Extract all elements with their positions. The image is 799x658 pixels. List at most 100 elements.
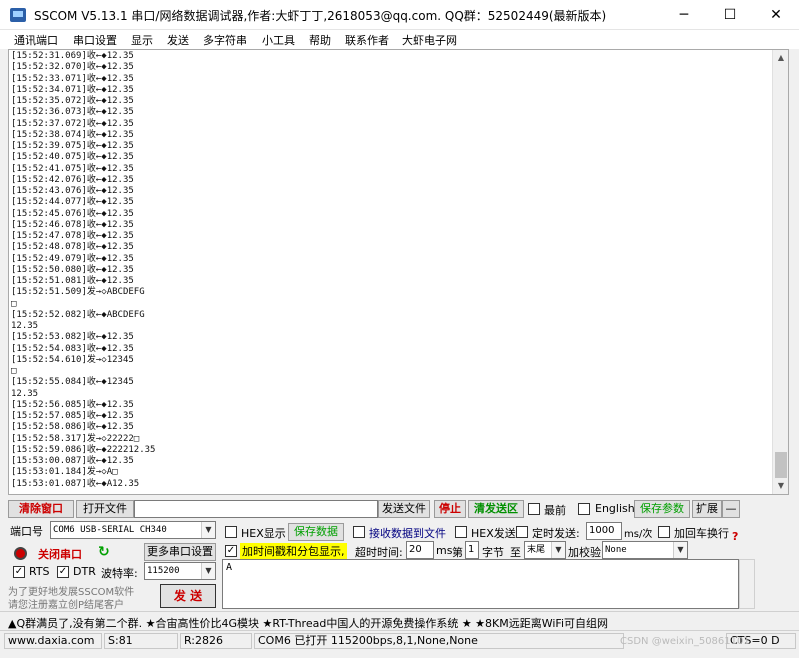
save-data-button[interactable]: 保存数据 <box>288 523 344 541</box>
port-value: COM6 USB-SERIAL CH340 <box>53 525 167 535</box>
latest-checkbox[interactable] <box>528 503 540 515</box>
title-bar: SSCOM V5.13.1 串口/网络数据调试器,作者:大虾丁丁,2618053… <box>0 0 799 30</box>
baud-label: 波特率: <box>101 567 138 580</box>
log-line: [15:52:58.317]发→◇22222□ <box>11 433 140 444</box>
nth-label: 第 <box>452 546 463 559</box>
english-checkbox[interactable] <box>578 503 590 515</box>
scroll-up-icon[interactable]: ▲ <box>773 50 788 66</box>
checksum-select[interactable]: None ▼ <box>602 541 688 559</box>
interval-input[interactable]: 1000 <box>586 522 622 540</box>
log-lines: [15:52:31.069]收←◆12.35 [15:52:32.070]收←◆1… <box>11 51 155 490</box>
timestamp-label: 加时间戳和分包显示, <box>240 543 347 559</box>
log-line: [15:52:48.078]收←◆12.35 <box>11 242 134 253</box>
clear-send-button[interactable]: 清发送区 <box>468 500 524 518</box>
log-line: [15:52:35.072]收←◆12.35 <box>11 96 134 106</box>
log-line: [15:52:37.072]收←◆12.35 <box>11 118 134 129</box>
port-status-icon <box>14 547 27 560</box>
file-path-input[interactable] <box>134 500 378 518</box>
log-line: 12.35 <box>11 321 39 331</box>
status-sent-count: S:81 <box>104 633 178 649</box>
recv-to-file-label[interactable]: 接收数据到文件 <box>369 525 446 541</box>
scroll-down-icon[interactable]: ▼ <box>773 478 788 494</box>
send-scrollbar[interactable] <box>739 559 755 609</box>
promo-line-2[interactable]: 请您注册嘉立创P结尾客户 <box>8 596 124 611</box>
open-file-button[interactable]: 打开文件 <box>76 500 134 518</box>
log-line: □ <box>11 366 17 376</box>
hex-display-checkbox[interactable] <box>225 526 237 538</box>
menu-display[interactable]: 显示 <box>131 32 153 48</box>
send-button[interactable]: 发 送 <box>160 584 216 608</box>
close-button[interactable]: ✕ <box>753 0 799 30</box>
menu-daxia-site[interactable]: 大虾电子网 <box>402 32 457 48</box>
dtr-checkbox[interactable]: ✓ <box>57 566 69 578</box>
status-site[interactable]: www.daxia.com <box>4 633 102 649</box>
scroll-thumb[interactable] <box>775 452 787 478</box>
save-params-button[interactable]: 保存参数 <box>634 500 690 518</box>
menu-help[interactable]: 帮助 <box>309 32 331 48</box>
menu-tools[interactable]: 小工具 <box>262 32 295 48</box>
log-line: [15:52:45.076]收←◆12.35 <box>11 208 134 219</box>
latest-label: 最前 <box>544 504 566 517</box>
rts-checkbox[interactable]: ✓ <box>13 566 25 578</box>
english-label: English <box>595 502 635 515</box>
hex-send-checkbox[interactable] <box>455 526 467 538</box>
watermark: CSDN @weixin_50861101 <box>620 636 750 647</box>
log-line: [15:52:32.070]收←◆12.35 <box>11 62 134 73</box>
log-line: [15:52:50.080]收←◆12.35 <box>11 264 134 275</box>
send-file-button[interactable]: 发送文件 <box>378 500 430 518</box>
timed-send-checkbox[interactable] <box>516 526 528 538</box>
more-serial-settings-button[interactable]: 更多串口设置 <box>144 543 216 561</box>
log-line: [15:52:42.076]收←◆12.35 <box>11 174 134 185</box>
log-line: [15:52:51.509]发→◇ABCDEFG <box>11 287 145 298</box>
log-line: □ <box>11 298 17 309</box>
collapse-button[interactable]: — <box>722 500 740 518</box>
minimize-button[interactable]: ─ <box>661 0 707 30</box>
menu-contact-author[interactable]: 联系作者 <box>345 32 389 48</box>
add-crlf-checkbox[interactable] <box>658 526 670 538</box>
log-line: [15:52:58.086]收←◆12.35 <box>11 422 134 433</box>
recv-to-file-checkbox[interactable] <box>353 526 365 538</box>
log-line: [15:52:33.071]收←◆12.35 <box>11 73 134 84</box>
log-line: [15:52:41.075]收←◆12.35 <box>11 163 134 174</box>
log-scrollbar[interactable]: ▲ ▼ <box>772 50 788 494</box>
rts-label: RTS <box>29 565 50 578</box>
menu-bar: 通讯端口 串口设置 显示 发送 多字符串 小工具 帮助 联系作者 大虾电子网 <box>0 30 799 49</box>
menu-send[interactable]: 发送 <box>167 32 189 48</box>
stop-button[interactable]: 停止 <box>434 500 466 518</box>
port-select[interactable]: COM6 USB-SERIAL CH340 ▼ <box>50 521 216 539</box>
log-line: [15:52:39.075]收←◆12.35 <box>11 141 134 151</box>
log-line: [15:52:56.085]收←◆12.35 <box>11 399 134 410</box>
receive-log[interactable]: [15:52:31.069]收←◆12.35 [15:52:32.070]收←◆1… <box>8 49 789 495</box>
log-line: [15:52:47.078]收←◆12.35 <box>11 231 134 241</box>
close-port-button[interactable]: 关闭串口 <box>38 546 82 562</box>
menu-serial-settings[interactable]: 串口设置 <box>73 32 117 48</box>
hex-display-label: HEX显示 <box>241 527 286 540</box>
help-icon[interactable]: ? <box>732 530 738 543</box>
nth-input[interactable]: 1 <box>465 541 479 559</box>
log-line: [15:52:54.083]收←◆12.35 <box>11 343 134 354</box>
menu-comm-port[interactable]: 通讯端口 <box>14 32 58 48</box>
port-label: 端口号 <box>10 525 43 538</box>
expand-button[interactable]: 扩展 <box>692 500 722 518</box>
log-line: [15:52:46.078]收←◆12.35 <box>11 219 134 230</box>
ticker-text[interactable]: ▲Q群满员了,没有第二个群. ★合宙高性价比4G模块 ★RT-Thread中国人… <box>8 615 608 631</box>
refresh-icon[interactable]: ↻ <box>98 544 110 560</box>
log-line: [15:52:52.082]收←◆ABCDEFG <box>11 309 145 320</box>
baud-value: 115200 <box>147 566 180 576</box>
chevron-down-icon: ▼ <box>551 542 565 558</box>
log-line: [15:52:40.075]收←◆12.35 <box>11 152 134 163</box>
to-value: 末尾 <box>527 545 546 555</box>
log-line: [15:52:53.082]收←◆12.35 <box>11 332 134 343</box>
status-port-info: COM6 已打开 115200bps,8,1,None,None <box>254 633 624 649</box>
maximize-button[interactable]: ☐ <box>707 0 753 30</box>
send-textarea[interactable]: A <box>222 559 739 609</box>
timeout-input[interactable]: 20 <box>406 541 434 559</box>
timestamp-checkbox[interactable]: ✓ <box>225 545 237 557</box>
to-label: 至 <box>510 546 521 559</box>
checksum-value: None <box>605 545 627 555</box>
log-line: [15:52:44.077]收←◆12.35 <box>11 197 134 208</box>
clear-window-button[interactable]: 清除窗口 <box>8 500 74 518</box>
menu-multi-string[interactable]: 多字符串 <box>203 32 247 48</box>
baud-select[interactable]: 115200 ▼ <box>144 562 216 580</box>
to-select[interactable]: 末尾 ▼ <box>524 541 566 559</box>
